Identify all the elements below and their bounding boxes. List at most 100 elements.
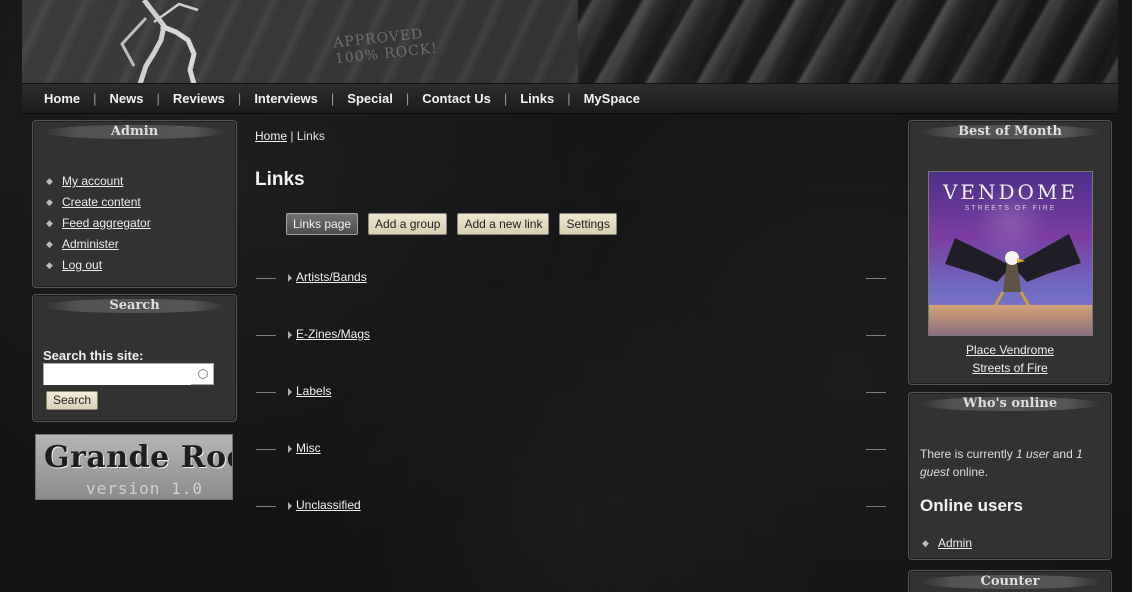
left-divider [256, 449, 276, 450]
nav-separator: | [503, 91, 508, 106]
left-divider [256, 506, 276, 507]
link-group-row: Unclassified [256, 498, 886, 555]
arrow-icon [288, 388, 292, 396]
nav-interviews[interactable]: Interviews [254, 91, 318, 106]
bullet-icon: ◆ [46, 218, 53, 228]
search-icon [198, 369, 208, 379]
admin-block: Admin ◆ My account ◆ Create content ◆ Fe… [32, 120, 237, 288]
bullet-icon: ◆ [922, 538, 929, 548]
nav-separator: | [156, 91, 160, 106]
arrow-icon [288, 274, 292, 282]
album-artist-link[interactable]: Place Vendrome [909, 341, 1111, 359]
online-users-list: ◆ Admin [922, 533, 972, 554]
page-root: Approved 100% Rock! Home | News | Review… [0, 0, 1132, 592]
approved-stamp: Approved 100% Rock! [333, 25, 439, 67]
album-cover-title: VENDOME [942, 180, 1079, 204]
link-groups-list: Artists/Bands E-Zines/Mags Labels Misc U… [256, 270, 886, 555]
grande-rock-logo: Grande Rock version 1.0 [35, 434, 233, 500]
misc-link[interactable]: Misc [296, 441, 321, 455]
online-text-after: online. [949, 465, 989, 479]
breadcrumb: Home | Links [255, 129, 325, 143]
labels-link[interactable]: Labels [296, 384, 331, 398]
arrow-icon [288, 445, 292, 453]
admin-menu-item: ◆ Create content [46, 192, 151, 213]
nav-separator: | [405, 91, 410, 106]
online-user-admin-link[interactable]: Admin [938, 536, 972, 550]
counter-block-title: Counter [909, 571, 1111, 592]
right-divider [866, 506, 886, 507]
main-navigation: Home | News | Reviews | Interviews | Spe… [22, 84, 1118, 114]
nav-separator: | [567, 91, 571, 106]
log-out-link[interactable]: Log out [62, 258, 102, 272]
online-text-between: and [1049, 447, 1077, 461]
tab-add-new-link[interactable]: Add a new link [457, 213, 550, 235]
search-input[interactable] [44, 365, 191, 385]
whos-online-block: Who's online There is currently 1 user a… [908, 392, 1112, 560]
link-group-row: Labels [256, 384, 886, 441]
eagle-icon [945, 234, 1081, 307]
nav-special[interactable]: Special [347, 91, 393, 106]
album-title-link[interactable]: Streets of Fire [909, 359, 1111, 377]
search-button[interactable]: Search [46, 391, 99, 410]
tab-add-group[interactable]: Add a group [368, 213, 448, 235]
arrow-icon [288, 331, 292, 339]
logo-version-text: version 1.0 [86, 479, 203, 498]
nav-myspace[interactable]: MySpace [584, 91, 640, 106]
artists-bands-link[interactable]: Artists/Bands [296, 270, 367, 284]
breadcrumb-home-link[interactable]: Home [255, 129, 287, 143]
breadcrumb-separator: | [290, 129, 294, 143]
bullet-icon: ◆ [46, 176, 53, 186]
online-text-before: There is currently [920, 447, 1017, 461]
right-divider [866, 449, 886, 450]
search-block-title: Search [33, 295, 236, 319]
feed-aggregator-link[interactable]: Feed aggregator [62, 216, 151, 230]
right-divider [866, 278, 886, 279]
online-summary: There is currently 1 user and 1 guest on… [920, 445, 1103, 481]
whos-online-title-text: Who's online [962, 396, 1058, 411]
header-stripes [578, 0, 1118, 83]
guitarist-icon [120, 0, 199, 83]
link-group-row: Artists/Bands [256, 270, 886, 327]
link-group-row: Misc [256, 441, 886, 498]
admin-menu-item: ◆ Administer [46, 234, 151, 255]
nav-reviews[interactable]: Reviews [173, 91, 225, 106]
online-users-heading: Online users [920, 496, 1023, 515]
album-cover[interactable]: VENDOME STREETS OF FIRE [928, 171, 1093, 336]
nav-separator: | [237, 91, 242, 106]
left-divider [256, 392, 276, 393]
search-label: Search this site: [43, 348, 144, 363]
nav-separator: | [330, 91, 335, 106]
arrow-icon [288, 502, 292, 510]
nav-contact-us[interactable]: Contact Us [422, 91, 491, 106]
bullet-icon: ◆ [46, 197, 53, 207]
best-of-month-title-text: Best of Month [958, 124, 1062, 139]
administer-link[interactable]: Administer [62, 237, 119, 251]
search-block: Search Search this site: Search [32, 294, 237, 422]
left-divider [256, 335, 276, 336]
nav-news[interactable]: News [110, 91, 144, 106]
my-account-link[interactable]: My account [62, 174, 123, 188]
tab-settings[interactable]: Settings [559, 213, 617, 235]
counter-block: Counter [908, 570, 1112, 592]
page-title: Links [255, 169, 305, 190]
admin-menu-item: ◆ Log out [46, 255, 151, 276]
nav-links[interactable]: Links [520, 91, 554, 106]
search-title-text: Search [109, 298, 160, 313]
nav-separator: | [93, 91, 97, 106]
whos-online-title: Who's online [909, 393, 1111, 417]
create-content-link[interactable]: Create content [62, 195, 141, 209]
bullet-icon: ◆ [46, 260, 53, 270]
nav-home[interactable]: Home [44, 91, 80, 106]
counter-title-text: Counter [980, 574, 1040, 589]
album-cover-subtitle: STREETS OF FIRE [964, 205, 1057, 212]
breadcrumb-current: Links [296, 129, 325, 143]
unclassified-link[interactable]: Unclassified [296, 498, 361, 512]
admin-menu-item: ◆ Feed aggregator [46, 213, 151, 234]
logo-main-text: Grande Rock [44, 440, 232, 475]
tab-links-page[interactable]: Links page [286, 213, 359, 235]
bullet-icon: ◆ [46, 239, 53, 249]
left-divider [256, 278, 276, 279]
e-zines-mags-link[interactable]: E-Zines/Mags [296, 327, 370, 341]
online-users-count: 1 user [1016, 447, 1050, 461]
best-of-month-title: Best of Month [909, 121, 1111, 145]
